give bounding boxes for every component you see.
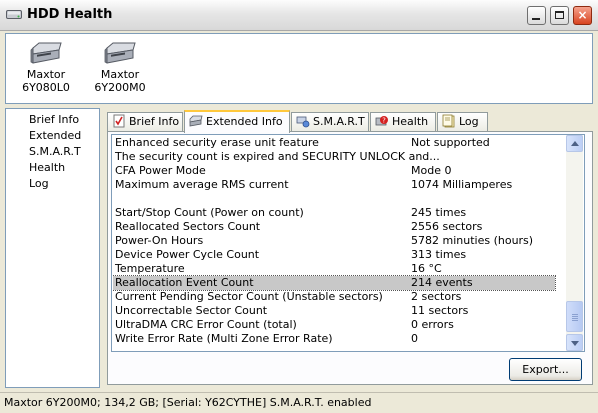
sidebar-item-smart[interactable]: S.M.A.R.T: [6, 144, 99, 160]
sidebar-item-log[interactable]: Log: [6, 176, 99, 192]
drive-model: 6Y080L0: [22, 81, 70, 94]
tab-label: Extended Info: [206, 115, 283, 128]
list-item[interactable]: The security count is expired and SECURI…: [113, 150, 555, 164]
tab-extended-info[interactable]: Extended Info: [184, 110, 290, 133]
list-item[interactable]: CFA Power Mode Mode 0: [113, 164, 555, 178]
drive-vendor: Maxtor: [100, 68, 140, 81]
item-key: Reallocation Event Count: [115, 276, 254, 289]
minimize-button[interactable]: [527, 6, 546, 25]
item-key: Maximum average RMS current: [115, 178, 289, 191]
close-icon: ×: [577, 8, 588, 22]
tab-health[interactable]: ? Health: [370, 112, 436, 131]
item-value: 16 °C: [411, 262, 442, 275]
title-bar[interactable]: HDD Health ×: [0, 0, 598, 31]
list-item[interactable]: Device Power Cycle Count 313 times: [113, 248, 555, 262]
list-item[interactable]: Reallocated Sectors Count 2556 sectors: [113, 220, 555, 234]
sidebar-item-health[interactable]: Health: [6, 160, 99, 176]
item-value: 11 sectors: [411, 304, 469, 317]
window-title: HDD Health: [27, 7, 113, 22]
scroll-thumb[interactable]: [566, 301, 583, 332]
grip-line: [572, 314, 578, 315]
maximize-icon: [555, 11, 564, 19]
item-key: Start/Stop Count (Power on count): [115, 206, 304, 219]
sidebar-item-extended[interactable]: Extended: [6, 128, 99, 144]
info-list[interactable]: Enhanced security erase unit feature Not …: [113, 136, 565, 350]
vertical-scrollbar[interactable]: [566, 135, 583, 351]
network-drive-icon: [296, 116, 310, 128]
sidebar-nav: Brief Info Extended S.M.A.R.T Health Log: [5, 108, 100, 388]
tab-smart[interactable]: S.M.A.R.T: [291, 112, 369, 131]
health-warning-icon: ?: [375, 116, 388, 126]
hdd-icon: [6, 10, 22, 19]
list-item[interactable]: Uncorrectable Sector Count 11 sectors: [113, 304, 555, 318]
item-key: Device Power Cycle Count: [115, 248, 260, 261]
item-value: 2556 sectors: [411, 220, 483, 233]
arrow-down-icon: [571, 341, 579, 346]
item-value: 0 errors: [411, 318, 454, 331]
list-item[interactable]: [113, 192, 555, 206]
grip-line: [572, 320, 578, 321]
list-item[interactable]: Write Error Rate (Multi Zone Error Rate)…: [113, 332, 555, 346]
item-key: CFA Power Mode: [115, 164, 206, 177]
maximize-button[interactable]: [550, 6, 569, 25]
grip-line: [572, 318, 578, 319]
hard-drive-icon: [189, 115, 203, 127]
drive-list: Maxtor 6Y080L0 Maxtor 6Y200M0: [5, 33, 593, 104]
tab-label: S.M.A.R.T: [313, 115, 365, 128]
item-value: 313 times: [411, 248, 467, 261]
drive-item-6y080l0[interactable]: Maxtor 6Y080L0: [14, 38, 78, 94]
sidebar-item-brief-info[interactable]: Brief Info: [6, 112, 99, 128]
hard-drive-icon: [30, 42, 62, 64]
tab-label: Brief Info: [129, 115, 180, 128]
item-value: 1074 Milliamperes: [411, 178, 513, 191]
grip-line: [572, 316, 578, 317]
item-key: Write Error Rate (Multi Zone Error Rate): [115, 332, 333, 345]
checklist-icon: [113, 114, 125, 128]
item-value: 5782 minuties (hours): [411, 234, 534, 247]
item-value: 0: [411, 332, 418, 345]
list-item[interactable]: Maximum average RMS current 1074 Milliamp…: [113, 178, 555, 192]
close-button[interactable]: ×: [573, 6, 592, 25]
svg-text:?: ?: [382, 117, 386, 125]
item-key: UltraDMA CRC Error Count (total): [115, 318, 297, 331]
list-item[interactable]: Reallocation Event Count 214 events: [113, 275, 556, 291]
item-key: Temperature: [115, 262, 185, 275]
list-item[interactable]: Power-On Hours 5782 minuties (hours): [113, 234, 555, 248]
item-key: Power-On Hours: [115, 234, 204, 247]
item-value: Mode 0: [411, 164, 452, 177]
drive-label: Maxtor 6Y080L0: [14, 68, 78, 94]
list-item[interactable]: Enhanced security erase unit feature Not …: [113, 136, 555, 150]
drive-model: 6Y200M0: [94, 81, 146, 94]
item-value: 245 times: [411, 206, 467, 219]
scroll-up-button[interactable]: [566, 135, 583, 152]
drive-label: Maxtor 6Y200M0: [88, 68, 152, 94]
status-bar: Maxtor 6Y200M0; 134,2 GB; [Serial: Y62CY…: [0, 392, 598, 413]
arrow-up-icon: [571, 141, 579, 146]
list-item[interactable]: Temperature 16 °C: [113, 262, 555, 276]
item-key: Uncorrectable Sector Count: [115, 304, 268, 317]
drive-vendor: Maxtor: [26, 68, 66, 81]
drive-item-6y200m0[interactable]: Maxtor 6Y200M0: [88, 38, 152, 94]
item-value: Not supported: [411, 136, 490, 149]
export-button[interactable]: Export...: [509, 358, 582, 381]
item-key: The security count is expired and SECURI…: [115, 150, 440, 163]
list-item[interactable]: Start/Stop Count (Power on count) 245 tim…: [113, 206, 555, 220]
scroll-down-button[interactable]: [566, 334, 583, 351]
list-item[interactable]: UltraDMA CRC Error Count (total) 0 errors: [113, 318, 555, 332]
tab-label: Health: [392, 115, 429, 128]
tab-log[interactable]: Log: [437, 112, 488, 131]
hard-drive-icon: [104, 42, 136, 64]
list-item[interactable]: Current Pending Sector Count (Unstable s…: [113, 290, 555, 304]
tab-brief-info[interactable]: Brief Info: [107, 112, 183, 131]
item-value: 214 events: [411, 276, 473, 289]
tab-label: Log: [459, 115, 479, 128]
item-key: Current Pending Sector Count (Unstable s…: [115, 290, 383, 303]
log-document-icon: [442, 114, 455, 128]
item-value: 2 sectors: [411, 290, 462, 303]
minimize-icon: [532, 18, 540, 20]
item-key: Enhanced security erase unit feature: [115, 136, 319, 149]
item-key: Reallocated Sectors Count: [115, 220, 261, 233]
